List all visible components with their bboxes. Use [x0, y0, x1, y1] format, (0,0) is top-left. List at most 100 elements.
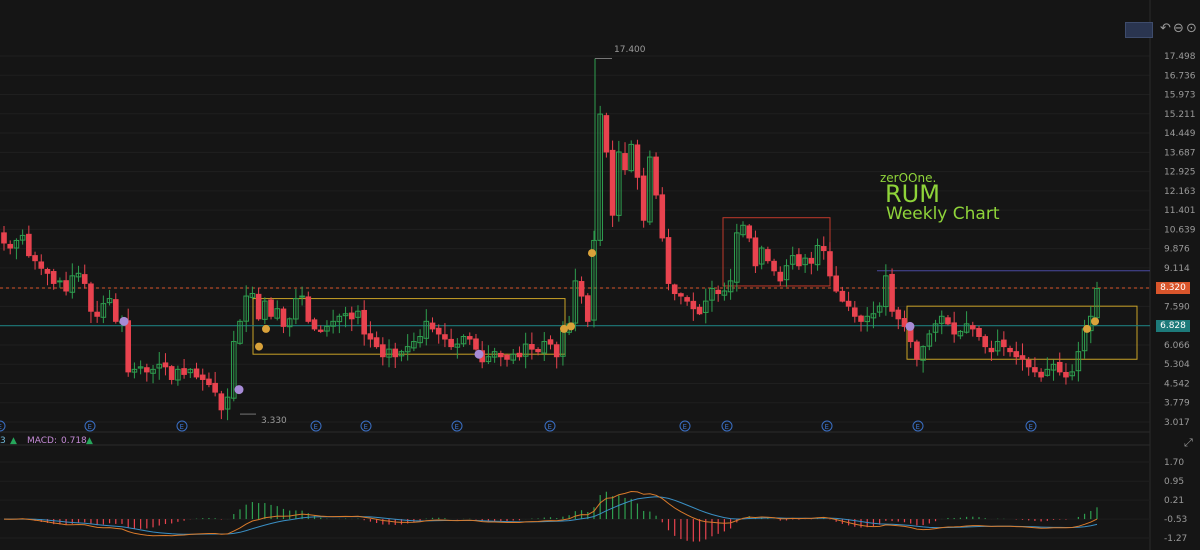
candle-body — [951, 322, 957, 335]
candle-body — [820, 246, 827, 252]
event-marker-label: E — [1029, 423, 1033, 431]
candle-body — [498, 352, 504, 358]
candle-body — [547, 339, 554, 345]
dividend-badge — [255, 342, 263, 351]
price-tick-label: 13.687 — [1164, 148, 1196, 158]
dividend-badge — [560, 324, 568, 333]
candle-body — [305, 296, 312, 322]
price-tick-label: 7.590 — [1164, 302, 1190, 312]
event-marker-label: E — [314, 423, 318, 431]
candle-body — [852, 307, 858, 317]
candle-body — [659, 194, 666, 239]
candle-body — [50, 271, 57, 284]
candle-body — [715, 289, 721, 295]
macd-tick-label: 1.70 — [1164, 458, 1184, 468]
dividend-badge — [567, 322, 575, 331]
candle-body — [808, 257, 815, 264]
candle-body — [839, 290, 846, 302]
candle-body — [914, 341, 920, 360]
candle-body — [1038, 371, 1044, 378]
candle-body — [218, 393, 225, 411]
candle-body — [504, 354, 510, 360]
event-marker-label: E — [0, 423, 2, 431]
candle-body — [144, 367, 150, 373]
indicator-arrow-2: ▲ — [86, 436, 93, 446]
chart-canvas[interactable]: 17.498 16.736 15.973 15.211 14.449 13.687 12.9… — [0, 0, 1200, 550]
candle-body — [392, 348, 399, 358]
signal-badge — [905, 321, 915, 331]
candle-body — [622, 153, 628, 171]
chart-type-button[interactable] — [1125, 22, 1153, 38]
candle-body — [367, 333, 374, 340]
event-marker-label: E — [364, 423, 368, 431]
macd-label: MACD: — [27, 436, 58, 446]
candle-body — [982, 336, 989, 348]
candle-body — [684, 297, 690, 302]
watermark-subtitle: Weekly Chart — [886, 204, 1000, 224]
candle-body — [578, 281, 585, 297]
price-tick-label: 17.498 — [1164, 52, 1196, 62]
candle-body — [380, 344, 386, 358]
candle-body — [895, 309, 902, 320]
price-tick-label: 15.211 — [1164, 110, 1196, 120]
signal-badge — [234, 385, 244, 395]
candle-body — [1013, 351, 1020, 358]
macd-tick-label: 0.95 — [1164, 477, 1184, 487]
candle-body — [690, 300, 697, 310]
candle-body — [665, 237, 672, 284]
candle-body — [845, 300, 852, 307]
candle-body — [1025, 359, 1032, 368]
price-tick-label: 5.304 — [1164, 360, 1190, 370]
macd-tick-label: -0.53 — [1164, 515, 1187, 525]
dividend-badge — [588, 249, 596, 258]
last-price-tag: 8.320 — [1156, 281, 1190, 294]
candle-body — [976, 327, 982, 337]
candle-body — [945, 317, 951, 325]
candle-body — [473, 338, 479, 350]
candle-body — [678, 293, 684, 297]
candle-body — [1019, 355, 1026, 360]
candle-body — [373, 337, 380, 348]
price-tick-label: 4.542 — [1164, 379, 1190, 389]
dividend-badge — [1091, 317, 1099, 326]
candle-body — [44, 268, 51, 274]
candle-body — [168, 366, 175, 380]
candle-body — [1032, 367, 1038, 373]
candle-body — [796, 254, 802, 267]
settings-icon[interactable]: ⊙ — [1186, 21, 1197, 37]
candle-body — [584, 295, 591, 322]
level-price-tag: 6.828 — [1156, 319, 1190, 332]
event-marker-label: E — [88, 423, 92, 431]
candle-body — [57, 280, 63, 283]
candle-body — [212, 382, 218, 393]
candle-body — [38, 261, 45, 269]
candle-body — [858, 315, 864, 322]
zoom-out-icon[interactable]: ⊖ — [1173, 21, 1184, 37]
event-marker-label: E — [825, 423, 829, 431]
candle-body — [442, 334, 448, 340]
candle-body — [696, 306, 703, 315]
expand-icon[interactable]: ⤢ — [1184, 436, 1193, 450]
candle-body — [311, 319, 318, 330]
candle-body — [94, 311, 100, 317]
price-tick-label: 10.639 — [1164, 225, 1196, 235]
candle-body — [88, 283, 94, 312]
channel-box — [252, 298, 566, 355]
macd-tick-label: -1.27 — [1164, 534, 1187, 544]
candle-body — [640, 175, 647, 221]
price-tick-label: 12.925 — [1164, 168, 1196, 178]
candle-body — [361, 309, 367, 335]
event-marker-label: E — [180, 423, 184, 431]
price-tick-label: 9.876 — [1164, 245, 1190, 255]
price-tick-label: 3.779 — [1164, 399, 1190, 409]
candle-body — [125, 320, 132, 373]
candle-body — [466, 336, 473, 340]
undo-icon[interactable]: ↶ — [1160, 21, 1171, 37]
candle-body — [448, 338, 454, 348]
indicator-arrow-1: ▲ — [10, 436, 17, 446]
price-tick-label: 14.449 — [1164, 129, 1196, 139]
candle-body — [1, 232, 7, 244]
candle-body — [280, 308, 287, 327]
candle-body — [535, 348, 541, 353]
event-marker-label: E — [683, 423, 687, 431]
